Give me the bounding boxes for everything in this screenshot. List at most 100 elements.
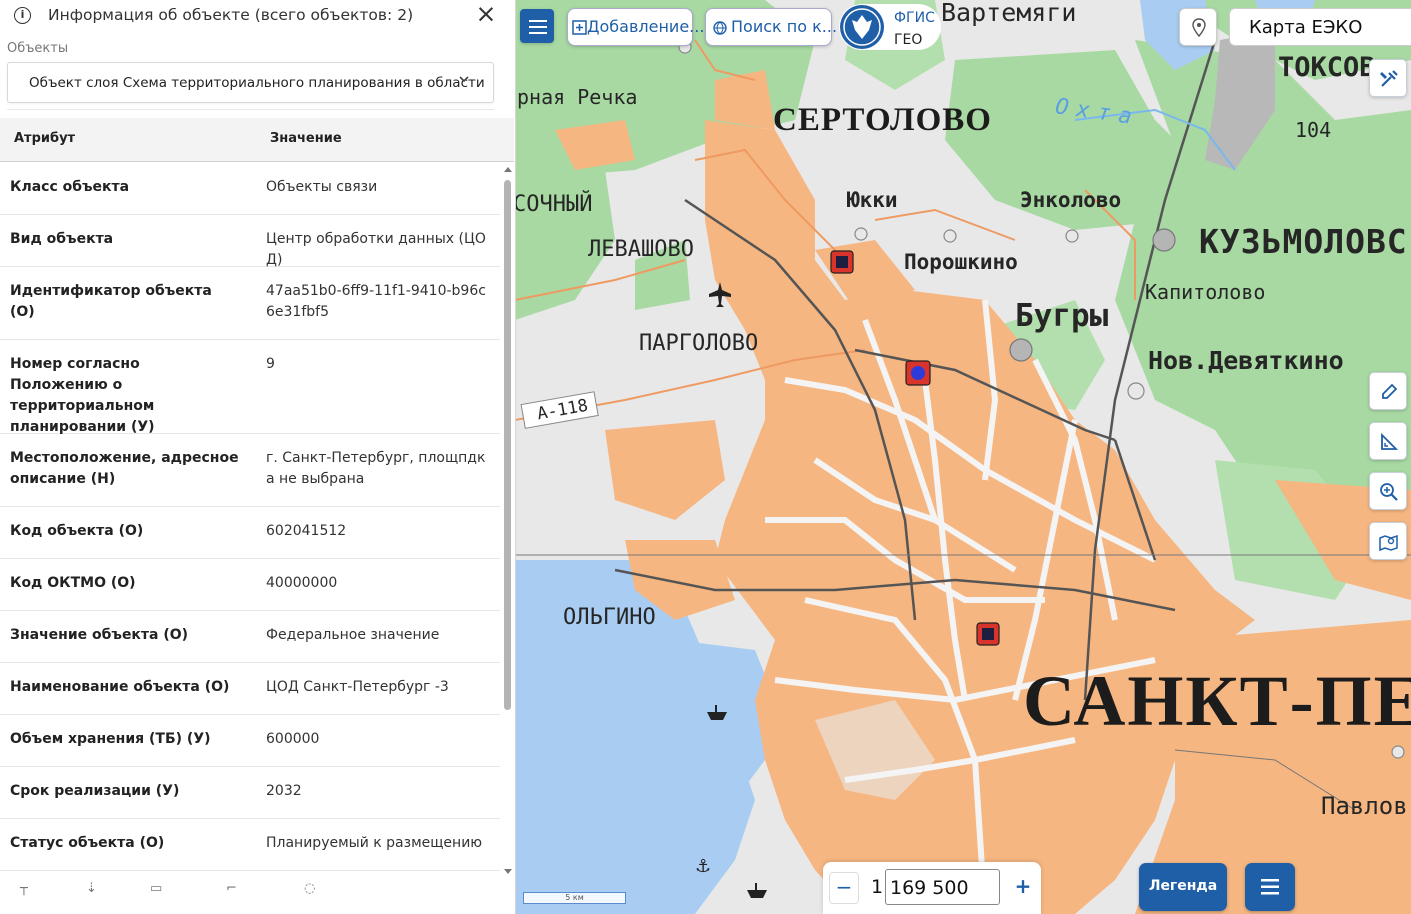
row-value: 600000 bbox=[266, 731, 320, 747]
panel-title: Информация об объекте (всего объектов: 2… bbox=[48, 6, 414, 24]
row-value: 47aa51b0-6ff9-11f1-9410-b96c6e31fbf5 bbox=[266, 283, 486, 320]
add-box-icon bbox=[572, 20, 587, 35]
info-icon[interactable]: ◌ bbox=[304, 881, 315, 896]
object-info-panel: i Информация об объекте (всего объектов:… bbox=[0, 0, 516, 914]
table-row: Объем хранения (ТБ) (У) 600000 bbox=[0, 715, 500, 767]
logo-line2: ГЕО bbox=[894, 32, 923, 48]
map-pin-icon bbox=[1379, 534, 1398, 552]
table-row: Класс объекта Объекты связи bbox=[0, 163, 500, 215]
map-marker-data-center[interactable] bbox=[976, 622, 1000, 646]
table-row: Значение объекта (О) Федеральное значени… bbox=[0, 611, 500, 663]
row-value: 40000000 bbox=[266, 575, 338, 591]
object-select-value: Объект слоя Схема территориального плани… bbox=[29, 75, 485, 91]
table-row: Наименование объекта (О) ЦОД Санкт-Петер… bbox=[0, 663, 500, 715]
map-label-olgino: ОЛЬГИНО bbox=[563, 605, 656, 630]
map-label-nov-devyatkino: Нов.Девяткино bbox=[1148, 346, 1344, 375]
tools-icon bbox=[1380, 70, 1398, 87]
add-button[interactable]: Добавление... bbox=[567, 8, 704, 46]
footer-icon[interactable]: ┬ bbox=[20, 881, 28, 896]
table-row: Номер согласно Положению о территориальн… bbox=[0, 340, 500, 435]
location-button[interactable] bbox=[1179, 8, 1217, 46]
download-icon[interactable]: ⇣ bbox=[86, 881, 97, 896]
object-select[interactable]: Объект слоя Схема территориального плани… bbox=[7, 62, 494, 103]
tools-button[interactable] bbox=[1369, 59, 1407, 97]
export-icon[interactable]: ▭ bbox=[150, 881, 162, 896]
row-attribute: Код объекта (О) bbox=[10, 523, 144, 539]
row-value: Планируемый к размещению bbox=[266, 835, 483, 851]
row-value: ЦОД Санкт-Петербург -3 bbox=[266, 679, 449, 695]
row-attribute: Объем хранения (ТБ) (У) bbox=[10, 731, 211, 747]
menu-icon bbox=[529, 20, 547, 34]
scale-bar-label: 5 км bbox=[565, 893, 584, 902]
row-value: Федеральное значение bbox=[266, 627, 440, 643]
row-attribute: Класс объекта bbox=[10, 179, 130, 195]
search-by-coordinates-button[interactable]: Поиск по к... bbox=[705, 8, 837, 46]
main-menu-button[interactable] bbox=[1245, 863, 1295, 911]
map-location-button[interactable] bbox=[1369, 522, 1407, 560]
column-header-attribute: Атрибут bbox=[14, 131, 76, 146]
row-attribute: Статус объекта (О) bbox=[10, 835, 165, 851]
scroll-up-arrow[interactable] bbox=[504, 167, 512, 172]
map-label-road-104: 104 bbox=[1295, 118, 1332, 142]
add-button-label: Добавление... bbox=[587, 17, 705, 36]
map-marker-data-center[interactable] bbox=[830, 250, 854, 274]
scrollbar[interactable] bbox=[501, 163, 514, 879]
attribute-table: Класс объекта Объекты связи Вид объекта … bbox=[0, 163, 500, 871]
map-label-poroshkino: Порошкино bbox=[904, 250, 1018, 274]
zoom-to-button[interactable] bbox=[1369, 472, 1407, 510]
table-header: Атрибут Значение bbox=[0, 118, 514, 162]
table-row: Статус объекта (О) Планируемый к размеще… bbox=[0, 819, 500, 871]
zoom-in-icon bbox=[1380, 483, 1398, 501]
map-label-sochny: СОЧНЫЙ bbox=[515, 192, 593, 217]
row-attribute: Наименование объекта (О) bbox=[10, 679, 230, 695]
row-attribute: Вид объекта bbox=[10, 231, 114, 247]
row-value: 9 bbox=[266, 356, 275, 372]
menu-icon bbox=[1261, 879, 1279, 895]
map-marker-data-center-selected[interactable] bbox=[905, 360, 931, 386]
map-label-vartemyagi: Вартемяги bbox=[941, 0, 1077, 27]
zoom-out-button[interactable]: − bbox=[829, 872, 859, 904]
zoom-in-button[interactable]: + bbox=[1009, 872, 1037, 902]
map-label-chernaya-rechka: рная Речка bbox=[517, 85, 638, 109]
legend-button[interactable]: Легенда bbox=[1139, 863, 1227, 911]
map-label-pavlovo: Павлов bbox=[1321, 792, 1408, 820]
row-attribute: Идентификатор объекта (О) bbox=[10, 283, 212, 320]
scale-prefix: 1 bbox=[871, 876, 884, 898]
scroll-thumb[interactable] bbox=[504, 180, 511, 710]
map-canvas[interactable]: ⚓ Вартемяги ТОКСОВ рная Речка СЕРТОЛОВО … bbox=[515, 0, 1411, 914]
objects-label: Объекты bbox=[7, 41, 69, 56]
map-label-levashovo: ЛЕВАШОВО bbox=[588, 237, 694, 262]
scale-control: − 1 169 500 + bbox=[823, 862, 1041, 914]
map-selector[interactable]: Карта ЕЭКО bbox=[1229, 8, 1411, 46]
map-label-toksovo: ТОКСОВ bbox=[1278, 52, 1376, 83]
scale-input-value: 169 500 bbox=[890, 877, 969, 899]
row-value: Объекты связи bbox=[266, 179, 378, 195]
map-label-saint-petersburg: САНКТ-ПЕТЕ bbox=[1023, 661, 1411, 741]
map-label-enkolovo: Энколово bbox=[1020, 188, 1122, 212]
ruler-triangle-icon bbox=[1381, 432, 1399, 450]
draw-button[interactable] bbox=[1369, 372, 1407, 410]
legend-button-label: Легенда bbox=[1148, 878, 1218, 894]
table-row: Код ОКТМО (О) 40000000 bbox=[0, 559, 500, 611]
measure-button[interactable] bbox=[1369, 422, 1407, 460]
close-button[interactable]: × bbox=[474, 1, 498, 27]
location-pin-icon bbox=[1192, 18, 1206, 38]
row-value: 2032 bbox=[266, 783, 302, 799]
scroll-down-arrow[interactable] bbox=[504, 869, 512, 874]
row-value: г. Санкт-Петербург, площпдка не выбрана bbox=[266, 450, 486, 487]
table-row: Идентификатор объекта (О) 47aa51b0-6ff9-… bbox=[0, 267, 500, 340]
row-attribute: Местоположение, адресное описание (Н) bbox=[10, 450, 239, 487]
layers-menu-button[interactable] bbox=[520, 9, 554, 43]
row-attribute: Номер согласно Положению о территориальн… bbox=[10, 356, 155, 435]
map-label-pargolovo: ПАРГОЛОВО bbox=[639, 331, 759, 356]
panel-header: i Информация об объекте (всего объектов:… bbox=[0, 0, 515, 34]
logo-line1: ФГИС bbox=[894, 10, 935, 26]
map-label-bugry: Бугры bbox=[1015, 298, 1109, 334]
map-label-sertolovo: СЕРТОЛОВО bbox=[773, 102, 992, 138]
map-label-yukki: Юкки bbox=[847, 188, 898, 212]
row-attribute: Значение объекта (О) bbox=[10, 627, 189, 643]
footer-icon[interactable]: ⌐ bbox=[226, 881, 237, 896]
scale-bar: 5 км bbox=[523, 892, 626, 904]
table-row: Срок реализации (У) 2032 bbox=[0, 767, 500, 819]
scale-input[interactable]: 169 500 bbox=[885, 869, 1000, 905]
